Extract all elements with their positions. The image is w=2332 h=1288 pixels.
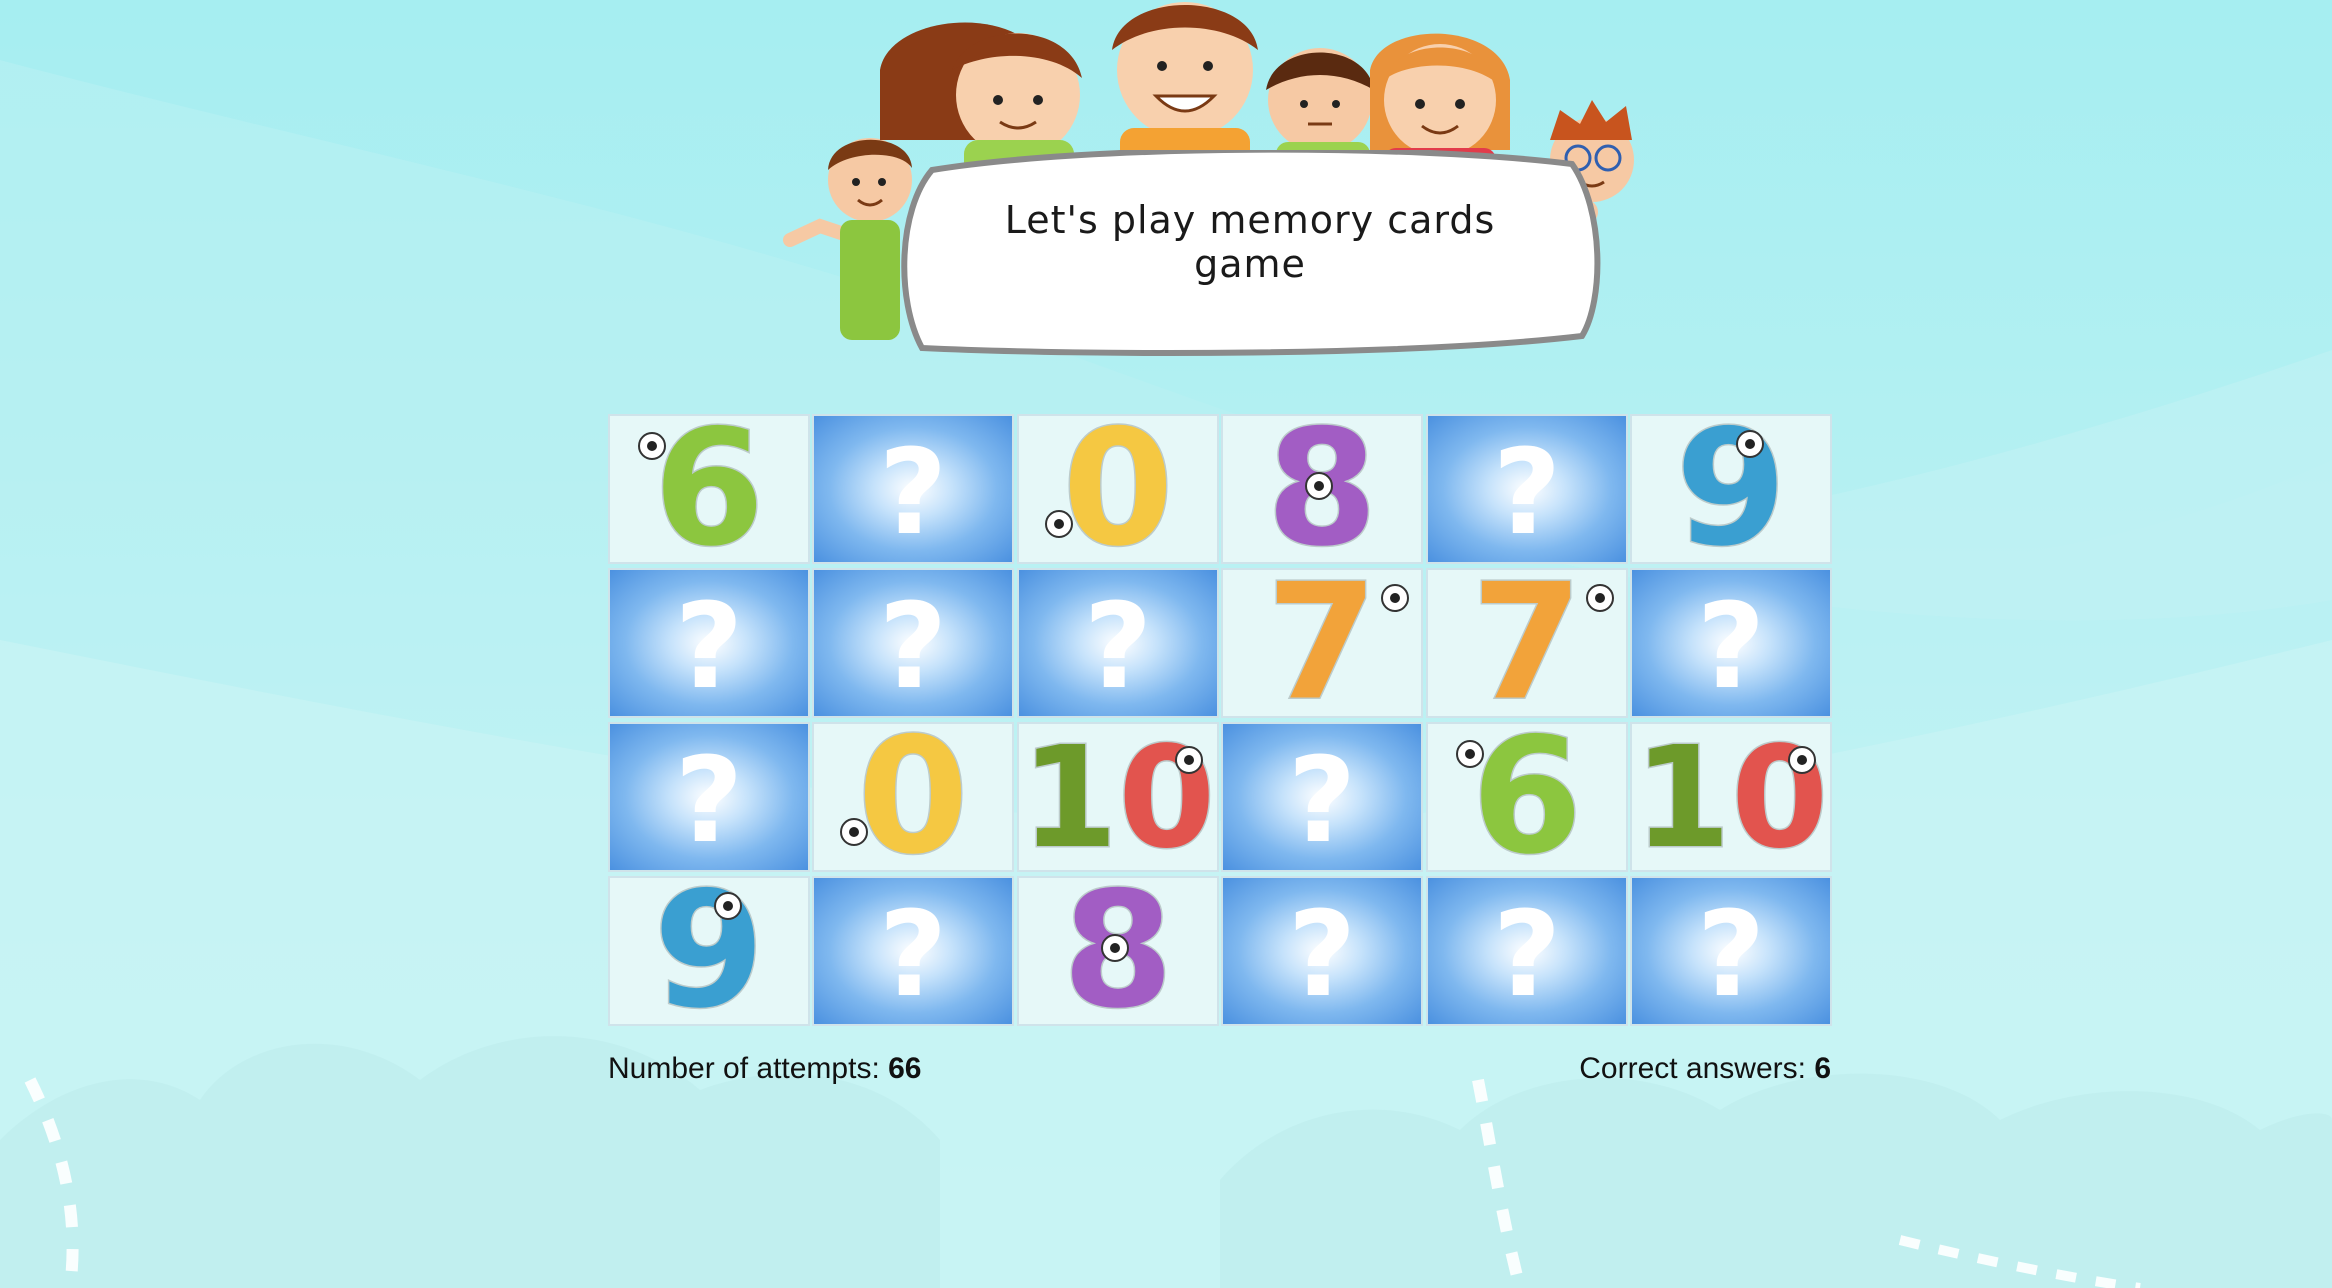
number-0-label: 0 bbox=[1062, 416, 1173, 562]
memory-card-10[interactable]: 10 bbox=[1629, 722, 1832, 872]
cartoon-pupil-icon bbox=[1390, 593, 1401, 603]
memory-card-hidden[interactable]: ? bbox=[1016, 568, 1219, 718]
number-10-label: 10 bbox=[1020, 724, 1215, 870]
number-0-label: 0 bbox=[858, 724, 969, 870]
question-mark-icon: ? bbox=[879, 423, 947, 561]
cartoon-pupil-icon bbox=[723, 901, 733, 911]
question-mark-icon: ? bbox=[1697, 577, 1765, 715]
memory-card-7[interactable]: 7 bbox=[1425, 568, 1628, 718]
memory-card-9[interactable]: 9 bbox=[1629, 414, 1832, 564]
cartoon-pupil-icon bbox=[1594, 593, 1605, 603]
cartoon-pupil-icon bbox=[1109, 943, 1120, 953]
attempts-value: 66 bbox=[888, 1052, 922, 1085]
memory-card-hidden[interactable]: ? bbox=[1425, 876, 1628, 1026]
cartoon-pupil-icon bbox=[1183, 755, 1194, 765]
memory-card-hidden[interactable]: ? bbox=[812, 568, 1015, 718]
memory-card-hidden[interactable]: ? bbox=[812, 414, 1015, 564]
memory-card-0[interactable]: 0 bbox=[1016, 414, 1219, 564]
memory-card-7[interactable]: 7 bbox=[1221, 568, 1424, 718]
memory-card-9[interactable]: 9 bbox=[608, 876, 810, 1026]
correct-value: 6 bbox=[1814, 1052, 1831, 1085]
title-banner: Let's play memory cards game bbox=[892, 150, 1608, 360]
attempts-counter: Number of attempts: 66 bbox=[608, 1052, 921, 1086]
question-mark-icon: ? bbox=[879, 885, 947, 1023]
number-7-label: 7 bbox=[1267, 570, 1378, 716]
number-6-label: 6 bbox=[1471, 724, 1582, 870]
number-9-label: 9 bbox=[1675, 416, 1786, 562]
game-header: Let's play memory cards game bbox=[780, 0, 1660, 370]
number-9-label: 9 bbox=[653, 878, 764, 1024]
memory-card-hidden[interactable]: ? bbox=[1425, 414, 1628, 564]
memory-card-hidden[interactable]: ? bbox=[812, 876, 1015, 1026]
memory-card-hidden[interactable]: ? bbox=[1221, 876, 1424, 1026]
attempts-label: Number of attempts: bbox=[608, 1052, 889, 1085]
question-mark-icon: ? bbox=[879, 577, 947, 715]
game-title: Let's play memory cards game bbox=[1004, 198, 1496, 286]
question-mark-icon: ? bbox=[1288, 885, 1356, 1023]
question-mark-icon: ? bbox=[1492, 423, 1560, 561]
memory-card-10[interactable]: 10 bbox=[1016, 722, 1219, 872]
cartoon-pupil-icon bbox=[1464, 749, 1475, 759]
memory-card-hidden[interactable]: ? bbox=[1629, 876, 1832, 1026]
cartoon-pupil-icon bbox=[1744, 439, 1755, 449]
question-mark-icon: ? bbox=[1288, 731, 1356, 869]
memory-card-6[interactable]: 6 bbox=[608, 414, 810, 564]
cartoon-pupil-icon bbox=[849, 827, 860, 837]
question-mark-icon: ? bbox=[675, 731, 743, 869]
number-6-label: 6 bbox=[653, 416, 764, 562]
memory-card-hidden[interactable]: ? bbox=[1221, 722, 1424, 872]
number-10-label: 10 bbox=[1634, 724, 1829, 870]
question-mark-icon: ? bbox=[1084, 577, 1152, 715]
cartoon-pupil-icon bbox=[1796, 755, 1807, 765]
question-mark-icon: ? bbox=[1492, 885, 1560, 1023]
correct-answers-counter: Correct answers: 6 bbox=[1579, 1052, 1831, 1086]
number-7-label: 7 bbox=[1471, 570, 1582, 716]
memory-card-6[interactable]: 6 bbox=[1425, 722, 1628, 872]
cartoon-pupil-icon bbox=[647, 441, 657, 451]
question-mark-icon: ? bbox=[1697, 885, 1765, 1023]
cartoon-pupil-icon bbox=[1053, 519, 1064, 529]
memory-card-0[interactable]: 0 bbox=[812, 722, 1015, 872]
correct-label: Correct answers: bbox=[1579, 1052, 1815, 1085]
memory-card-grid: 6?08?9???77??010?6109?8??? bbox=[608, 414, 1832, 1030]
memory-card-8[interactable]: 8 bbox=[1016, 876, 1219, 1026]
cartoon-pupil-icon bbox=[1314, 481, 1325, 491]
question-mark-icon: ? bbox=[675, 577, 743, 715]
memory-card-hidden[interactable]: ? bbox=[1629, 568, 1832, 718]
memory-card-8[interactable]: 8 bbox=[1221, 414, 1424, 564]
memory-card-hidden[interactable]: ? bbox=[608, 568, 810, 718]
memory-card-hidden[interactable]: ? bbox=[608, 722, 810, 872]
